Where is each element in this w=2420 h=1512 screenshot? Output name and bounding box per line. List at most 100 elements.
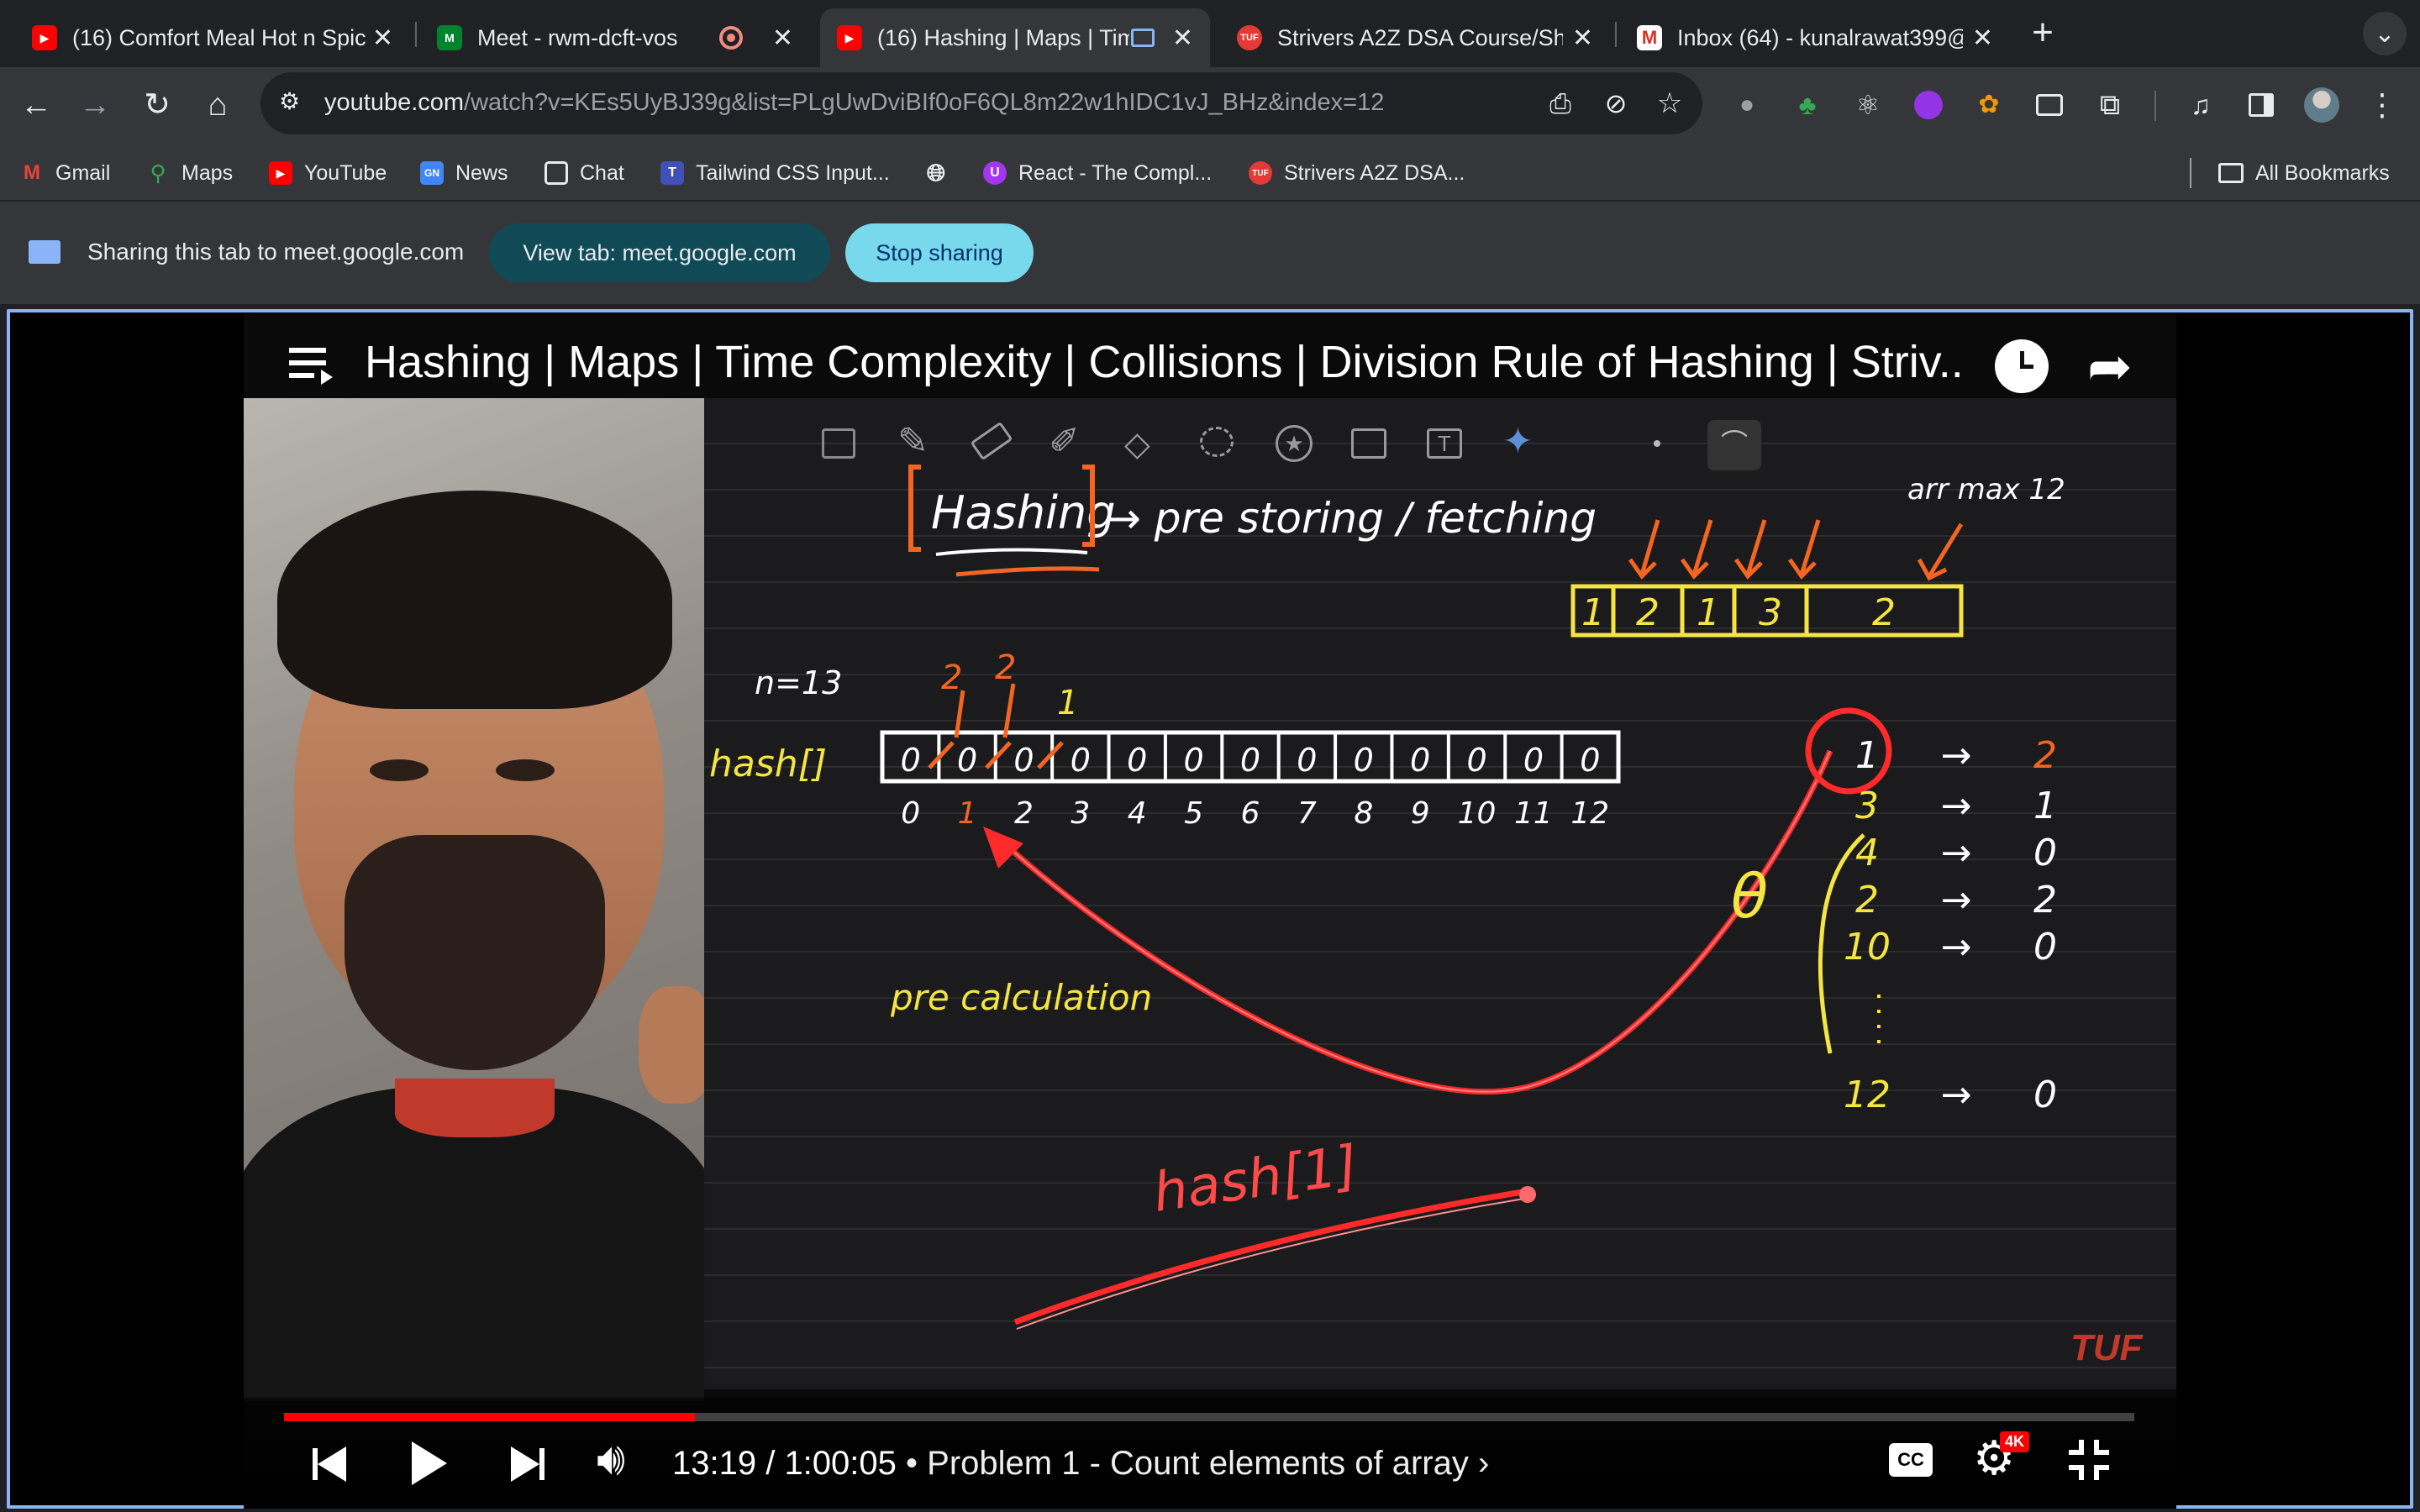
youtube-icon: ▶ — [269, 161, 292, 185]
extension-purple-icon[interactable] — [1907, 84, 1949, 126]
instructor-camera — [244, 398, 704, 1401]
tab-comfort-meal[interactable]: ▶ (16) Comfort Meal Hot n Spicy ✕ — [15, 8, 410, 67]
extension-react-icon[interactable]: ⚛ — [1847, 84, 1889, 126]
hash-array-cell: 0 — [1354, 742, 1374, 779]
hash-array-index: 1 — [958, 796, 977, 831]
query-key: 2 — [1855, 879, 1879, 921]
chapter-title[interactable]: • Problem 1 - Count elements of array › — [906, 1445, 1489, 1482]
media-control-icon[interactable]: ♫ — [2180, 84, 2222, 126]
svg-text:2: 2 — [941, 659, 962, 697]
previous-icon[interactable] — [313, 1446, 348, 1482]
svg-text:3: 3 — [1759, 591, 1782, 634]
close-icon[interactable]: ✕ — [1172, 24, 1193, 53]
query-key: 1 — [1855, 734, 1879, 777]
bookmark-youtube[interactable]: ▶ YouTube — [269, 156, 387, 190]
svg-text:2: 2 — [1636, 591, 1660, 634]
exit-fullscreen-icon[interactable] — [2069, 1440, 2109, 1480]
sharing-status: Sharing this tab to meet.google.com — [87, 239, 465, 265]
heading-hashing: Hashing — [931, 486, 1116, 539]
all-bookmarks[interactable]: All Bookmarks — [2218, 156, 2390, 190]
tab-inbox[interactable]: M Inbox (64) - kunalrawat399@ ✕ — [1620, 8, 2010, 67]
menu-icon[interactable]: ⋮ — [2361, 84, 2403, 126]
cast-icon — [1131, 29, 1155, 47]
hash-array-index: 0 — [901, 796, 920, 831]
extensions-puzzle-icon[interactable]: ⧉ — [2089, 84, 2131, 126]
profile-avatar[interactable] — [2301, 84, 2343, 126]
close-icon[interactable]: ✕ — [772, 24, 793, 53]
query-arrow: → — [1941, 926, 1972, 969]
extension-cookie-icon[interactable]: ✿ — [1968, 84, 2010, 126]
eye-slash-icon[interactable]: ⊘ — [1595, 82, 1637, 124]
query-list: 1 → 23 → 14 → 02 → 210 → 012 → 0 — [1844, 734, 2057, 1116]
hash-array-cell: 0 — [957, 742, 977, 779]
back-icon[interactable]: ← — [15, 84, 57, 126]
hash-call: hash[1] — [1150, 1135, 1361, 1225]
install-icon[interactable]: ⎙ — [1539, 82, 1581, 124]
query-arrow: → — [1941, 785, 1972, 827]
query-key: 12 — [1844, 1074, 1891, 1116]
hash-array-cell: 0 — [1297, 742, 1317, 779]
bookmark-tailwind[interactable]: T Tailwind CSS Input... — [660, 156, 890, 190]
tab-hashing[interactable]: ▶ (16) Hashing | Maps | Time ✕ — [820, 8, 1210, 67]
extension-mic-icon[interactable]: ● — [1726, 84, 1768, 126]
reload-icon[interactable]: ↻ — [136, 84, 178, 126]
progress-bar[interactable] — [284, 1413, 2134, 1421]
svg-text:1: 1 — [1581, 591, 1605, 634]
tuf-icon: TUF — [1237, 25, 1262, 50]
tab-search-button[interactable]: ⌄ — [2363, 12, 2407, 55]
volume-icon[interactable]: 🔊︎ — [597, 1436, 625, 1482]
svg-text:2: 2 — [1872, 591, 1896, 634]
star-icon[interactable]: ☆ — [1649, 82, 1691, 124]
site-info-icon[interactable]: ⚙ — [279, 87, 311, 119]
share-icon[interactable]: ➦ — [2087, 339, 2133, 393]
playlist-icon[interactable] — [289, 348, 333, 385]
extension-tree-icon[interactable]: ♣ — [1786, 84, 1828, 126]
address-bar[interactable]: ⚙ youtube.com/watch?v=KEs5UyBJ39g&list=P… — [260, 72, 1702, 134]
hash-array: 0000000000000 — [901, 732, 1600, 781]
hash-array-cell: 0 — [1071, 742, 1091, 779]
close-icon[interactable]: ✕ — [1572, 24, 1593, 53]
chat-icon — [544, 161, 568, 185]
watch-later-icon[interactable] — [1995, 339, 2049, 393]
forward-icon[interactable]: → — [74, 84, 116, 126]
play-icon[interactable] — [412, 1441, 447, 1485]
query-count: 0 — [2033, 1074, 2057, 1116]
extension-pip-icon[interactable] — [2028, 84, 2070, 126]
hash-array-index: 3 — [1071, 796, 1090, 831]
youtube-icon: ▶ — [837, 25, 862, 50]
video-player[interactable]: Hashing | Maps | Time Complexity | Colli… — [244, 314, 2176, 1509]
bookmark-react[interactable]: U React - The Compl... — [983, 156, 1212, 190]
home-icon[interactable]: ⌂ — [197, 84, 239, 126]
recording-icon — [719, 26, 743, 50]
stop-sharing-button[interactable]: Stop sharing — [845, 223, 1034, 282]
hash-array-index: 7 — [1297, 796, 1317, 831]
tab-meet[interactable]: M Meet - rwm-dcft-vos ✕ — [420, 8, 810, 67]
tab-strip: ▶ (16) Comfort Meal Hot n Spicy ✕ M Meet… — [0, 0, 2420, 67]
meet-icon: M — [437, 25, 462, 50]
query-arrow: → — [1941, 879, 1972, 921]
close-icon[interactable]: ✕ — [372, 24, 393, 53]
view-tab-button[interactable]: View tab: meet.google.com — [489, 223, 830, 282]
svg-text:2: 2 — [995, 648, 1016, 687]
next-icon[interactable] — [511, 1446, 546, 1482]
n-label: n=13 — [755, 664, 842, 701]
globe-icon: 🌐︎ — [926, 159, 946, 186]
hash-array-cell: 0 — [1240, 742, 1260, 779]
bookmark-strivers[interactable]: TUF Strivers A2Z DSA... — [1249, 156, 1465, 190]
tuf-icon: TUF — [1249, 161, 1272, 185]
close-icon[interactable]: ✕ — [1972, 24, 1993, 53]
bookmark-globe[interactable]: 🌐︎ — [924, 156, 948, 190]
query-key: 3 — [1855, 785, 1879, 827]
side-panel-icon[interactable] — [2240, 84, 2282, 126]
bookmark-chat[interactable]: Chat — [544, 156, 624, 190]
maps-icon: ⚲ — [150, 160, 166, 186]
bookmark-news[interactable]: GN News — [420, 156, 508, 190]
captions-icon[interactable]: CC — [1889, 1443, 1933, 1477]
query-arrow: → — [1941, 1074, 1972, 1116]
bookmark-maps[interactable]: ⚲ Maps — [146, 156, 233, 190]
video-title[interactable]: Hashing | Maps | Time Complexity | Colli… — [365, 336, 1961, 388]
bookmark-gmail[interactable]: M Gmail — [20, 156, 110, 190]
tab-strivers[interactable]: TUF Strivers A2Z DSA Course/She ✕ — [1220, 8, 1610, 67]
new-tab-icon[interactable]: + — [2022, 12, 2064, 54]
hash-array-cell: 0 — [901, 742, 921, 779]
